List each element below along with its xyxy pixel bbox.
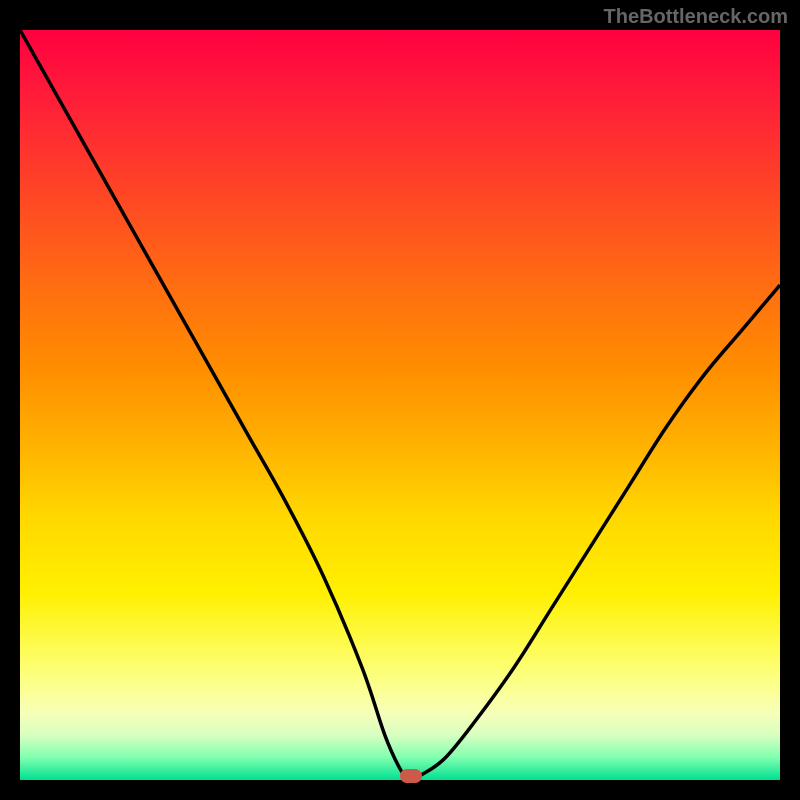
plot-area [20, 30, 780, 780]
watermark-text: TheBottleneck.com [604, 6, 788, 29]
chart-container: TheBottleneck.com [0, 0, 800, 800]
minimum-marker [400, 769, 422, 783]
bottleneck-curve-path [20, 30, 780, 777]
curve-svg [20, 30, 780, 780]
